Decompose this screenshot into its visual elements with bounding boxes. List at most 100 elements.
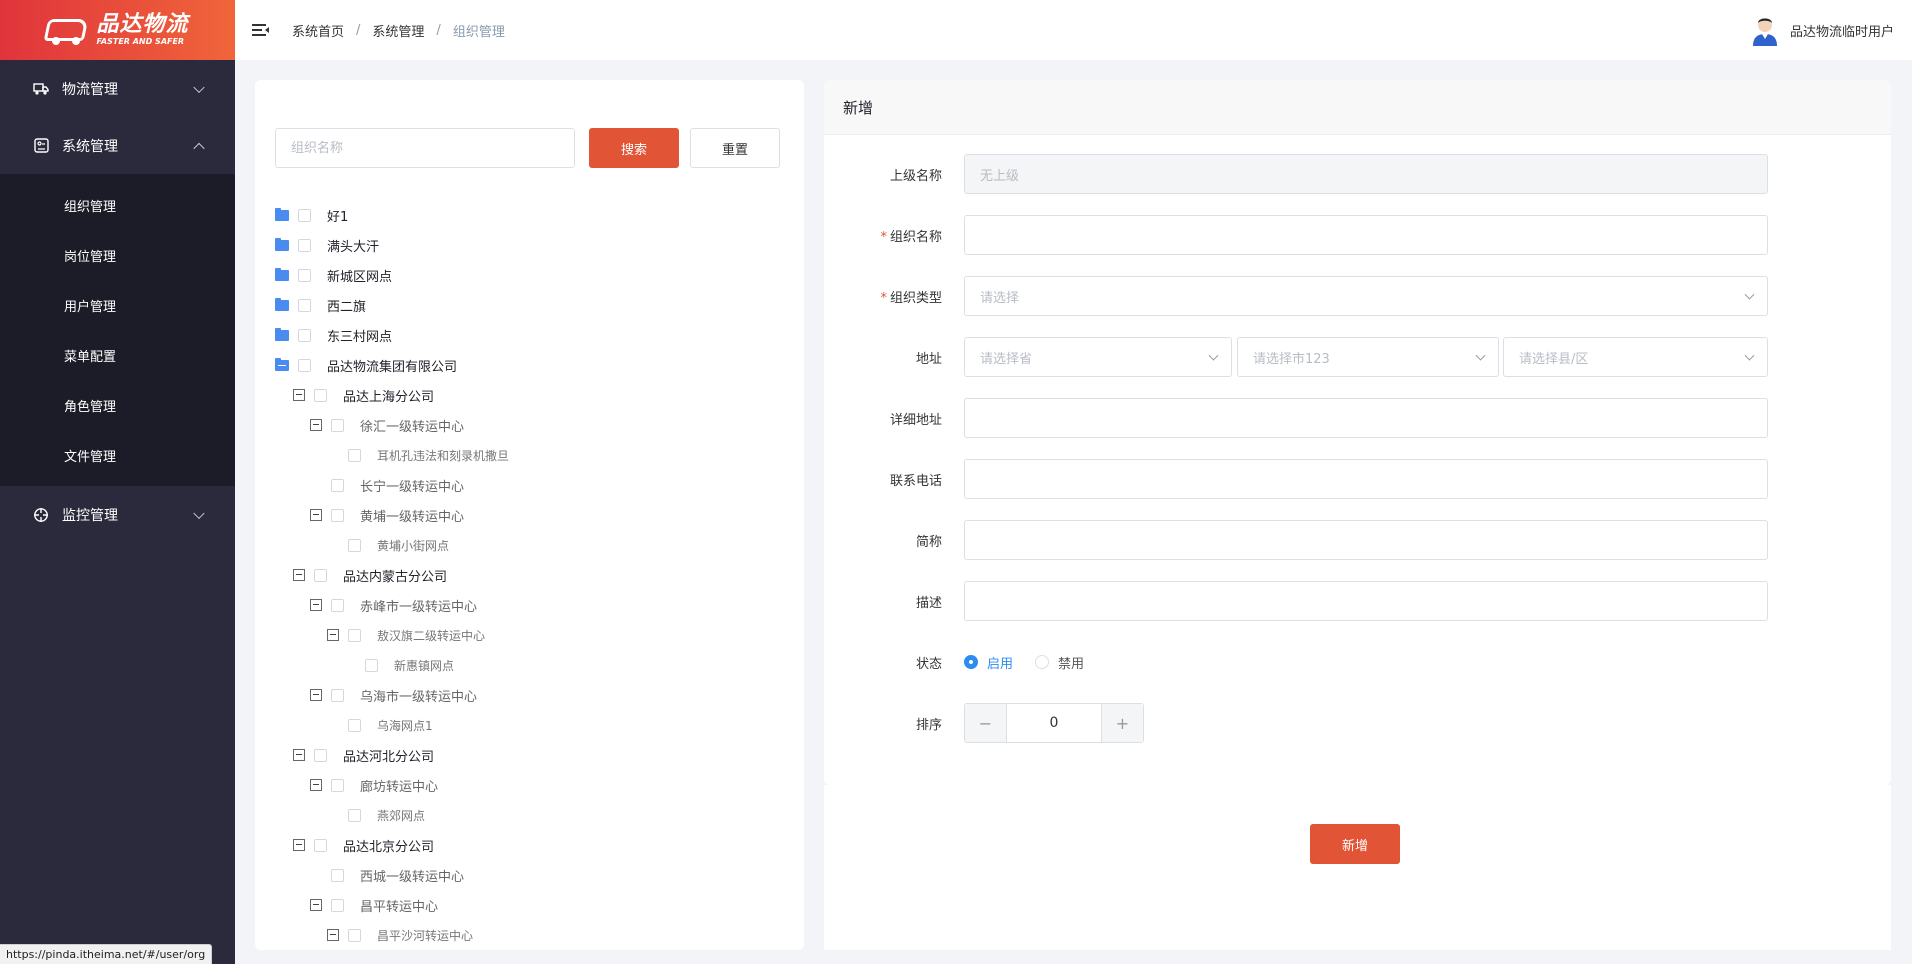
tree-node[interactable]: 新城区网点 [275,260,795,290]
tree-checkbox[interactable] [314,838,327,852]
tree-checkbox[interactable] [298,358,311,372]
sidebar-item-org[interactable]: 组织管理 [0,180,235,230]
add-submit-button[interactable]: 新增 [1310,824,1400,864]
tree-checkbox[interactable] [348,628,361,642]
district-select[interactable]: 请选择县/区 [1503,337,1768,377]
tree-node[interactable]: 新惠镇网点 [275,650,795,680]
breadcrumb-home[interactable]: 系统首页 [292,21,344,40]
tree-node[interactable]: 黄埔小街网点 [275,530,795,560]
tree-node[interactable]: 昌平转运中心 [275,890,795,920]
detail-address-field[interactable] [964,398,1768,438]
org-name-field[interactable] [964,215,1768,255]
sidebar-item-position[interactable]: 岗位管理 [0,230,235,280]
tree-checkbox[interactable] [331,688,344,702]
tree-checkbox[interactable] [348,808,361,822]
collapse-toggle-icon[interactable] [293,389,305,401]
tree-checkbox[interactable] [314,748,327,762]
menu-group-monitor[interactable]: 监控管理 [0,486,235,543]
tree-checkbox[interactable] [298,298,311,312]
tree-node[interactable]: 昌平沙河转运中心 [275,920,795,950]
folder-icon[interactable] [275,207,289,221]
collapse-toggle-icon[interactable] [310,509,322,521]
menu-group-logistics[interactable]: 物流管理 [0,60,235,117]
abbr-field[interactable] [964,520,1768,560]
tree-node[interactable]: 长宁一级转运中心 [275,470,795,500]
phone-field[interactable] [964,459,1768,499]
collapse-toggle-icon[interactable] [327,929,339,941]
tree-node[interactable]: 黄埔一级转运中心 [275,500,795,530]
decrement-button[interactable]: − [965,704,1006,742]
tree-checkbox[interactable] [331,598,344,612]
sidebar-item-user[interactable]: 用户管理 [0,280,235,330]
tree-node[interactable]: 品达北京分公司 [275,830,795,860]
folder-icon[interactable] [275,237,289,251]
status-disabled-radio[interactable]: 禁用 [1035,653,1084,672]
reset-button[interactable]: 重置 [690,128,780,168]
tree-checkbox[interactable] [348,928,361,942]
user-menu[interactable]: 品达物流临时用户 [1750,14,1894,46]
tree-node[interactable]: 品达河北分公司 [275,740,795,770]
tree-checkbox[interactable] [298,268,311,282]
org-type-select[interactable]: 请选择 [964,276,1768,316]
province-select[interactable]: 请选择省 [964,337,1232,377]
tree-node[interactable]: 耳机孔违法和刻录机撒旦 [275,440,795,470]
tree-checkbox[interactable] [348,538,361,552]
tree-checkbox[interactable] [314,568,327,582]
tree-node[interactable]: 燕郊网点 [275,800,795,830]
collapse-toggle-icon[interactable] [310,779,322,791]
collapse-toggle-icon[interactable] [293,569,305,581]
tree-node[interactable]: 东三村网点 [275,320,795,350]
tree-checkbox[interactable] [314,388,327,402]
tree-node[interactable]: 品达物流集团有限公司 [275,350,795,380]
collapse-toggle-icon[interactable] [310,419,322,431]
tree-checkbox[interactable] [298,208,311,222]
tree-node[interactable]: 品达内蒙古分公司 [275,560,795,590]
tree-node[interactable]: 乌海市一级转运中心 [275,680,795,710]
tree-checkbox[interactable] [331,868,344,882]
tree-node[interactable]: 赤峰市一级转运中心 [275,590,795,620]
collapse-toggle-icon[interactable] [310,689,322,701]
collapse-toggle-icon[interactable] [293,839,305,851]
collapse-toggle-icon[interactable] [293,749,305,761]
tree-node[interactable]: 好1 [275,200,795,230]
folder-icon[interactable] [275,297,289,311]
tree-checkbox[interactable] [348,718,361,732]
tree-node[interactable]: 品达上海分公司 [275,380,795,410]
logo[interactable]: 品达物流 FASTER AND SAFER [0,0,235,60]
sidebar-item-menu[interactable]: 菜单配置 [0,330,235,380]
tree-checkbox[interactable] [331,418,344,432]
tree-checkbox[interactable] [348,448,361,462]
tree-node[interactable]: 敖汉旗二级转运中心 [275,620,795,650]
tree-node[interactable]: 满头大汗 [275,230,795,260]
increment-button[interactable]: + [1102,704,1143,742]
menu-group-system[interactable]: 系统管理 [0,117,235,174]
folder-open-icon[interactable] [275,357,289,371]
breadcrumb-system[interactable]: 系统管理 [372,21,424,40]
search-button[interactable]: 搜索 [589,128,679,168]
tree-checkbox[interactable] [331,778,344,792]
folder-icon[interactable] [275,327,289,341]
collapse-menu-icon[interactable] [252,22,270,38]
sort-value[interactable]: 0 [1006,704,1102,742]
collapse-toggle-icon[interactable] [327,629,339,641]
tree-checkbox[interactable] [331,478,344,492]
sidebar-item-file[interactable]: 文件管理 [0,430,235,480]
collapse-toggle-icon[interactable] [310,899,322,911]
status-enabled-radio[interactable]: 启用 [964,653,1013,672]
tree-checkbox[interactable] [331,898,344,912]
desc-field[interactable] [964,581,1768,621]
tree-checkbox[interactable] [298,238,311,252]
tree-node[interactable]: 乌海网点1 [275,710,795,740]
tree-node[interactable]: 西城一级转运中心 [275,860,795,890]
folder-icon[interactable] [275,267,289,281]
tree-checkbox[interactable] [331,508,344,522]
tree-node[interactable]: 西二旗 [275,290,795,320]
tree-checkbox[interactable] [298,328,311,342]
tree-node[interactable]: 徐汇一级转运中心 [275,410,795,440]
tree-checkbox[interactable] [365,658,378,672]
org-name-search-input[interactable] [275,128,575,168]
collapse-toggle-icon[interactable] [310,599,322,611]
sidebar-item-role[interactable]: 角色管理 [0,380,235,430]
city-select[interactable]: 请选择市123 [1237,337,1499,377]
tree-node[interactable]: 廊坊转运中心 [275,770,795,800]
